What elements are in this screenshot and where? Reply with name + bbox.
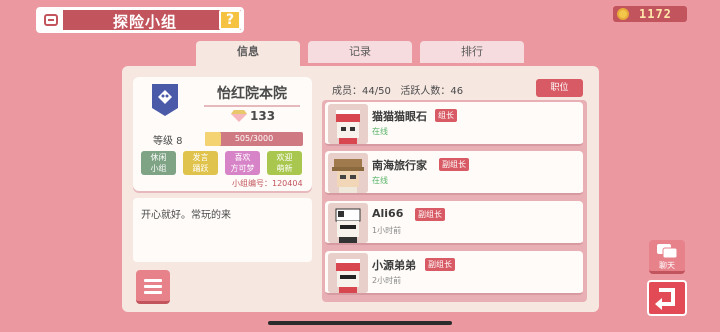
menu-button[interactable]: [136, 270, 170, 304]
member-name: 南海旅行家: [372, 159, 427, 172]
group-badge-icon: [152, 84, 178, 116]
member-status: 1小时前: [372, 226, 402, 235]
menu-icon-line: [144, 285, 162, 288]
coin-icon: [617, 8, 629, 20]
tag-welcome-newbies: 欢迎 萌新: [267, 151, 302, 175]
honor-value: 133: [250, 109, 276, 123]
tag-likes-pokemon: 喜欢 方可梦: [225, 151, 260, 175]
tag-casual: 休闲 小组: [141, 151, 176, 175]
group-description-box: 开心就好。常玩的来: [133, 198, 312, 262]
tab-records[interactable]: 记录: [308, 41, 412, 63]
group-level: 等级 8: [153, 136, 183, 147]
member-status: 在线: [372, 127, 388, 136]
group-id: 小组编号：120404: [232, 179, 303, 188]
group-description: 开心就好。常玩的来: [141, 210, 231, 221]
chat-label: 聊天: [659, 261, 675, 270]
back-arrow-icon: [655, 288, 675, 310]
member-role-badge: 副组长: [415, 208, 445, 221]
member-name: Ali66: [372, 207, 404, 220]
chat-icon: [657, 244, 678, 259]
back-button[interactable]: [647, 280, 687, 316]
coin-value: 1172: [639, 7, 672, 21]
avatar: [328, 153, 368, 193]
member-count: 成员：44/50: [332, 86, 391, 97]
group-name: 怡红院本院: [204, 83, 300, 107]
role-button[interactable]: 职位: [536, 79, 583, 97]
menu-icon: [144, 279, 162, 282]
member-name: 小源弟弟: [372, 259, 416, 272]
active-count: 活跃人数：46: [400, 86, 464, 97]
menu-icon-line: [144, 291, 162, 294]
member-role-badge: 副组长: [425, 258, 455, 271]
member-row[interactable]: 南海旅行家 副组长 在线: [325, 151, 583, 195]
avatar: [328, 104, 368, 144]
member-stats: 成员：44/50 活跃人数：46: [332, 82, 463, 97]
member-status: 2小时前: [372, 276, 402, 285]
tab-info[interactable]: 信息: [196, 41, 300, 67]
tab-ranking[interactable]: 排行: [420, 41, 524, 63]
page-title: 探险小组: [112, 13, 177, 31]
xp-text: 505/3000: [234, 134, 274, 143]
member-row[interactable]: Ali66 副组长 1小时前: [325, 201, 583, 245]
member-name: 猫猫猫眼石: [372, 110, 427, 123]
honor-diamond-icon: [231, 110, 247, 122]
tag-active-talk: 发言 踊跃: [183, 151, 218, 175]
member-row[interactable]: 小源弟弟 副组长 2小时前: [325, 251, 583, 295]
group-icon: [39, 10, 63, 30]
member-status: 在线: [372, 176, 388, 185]
help-button[interactable]: ?: [219, 10, 241, 30]
member-role-badge: 副组长: [439, 158, 469, 171]
chat-button[interactable]: 聊天: [649, 240, 685, 274]
home-indicator: [268, 321, 452, 325]
coin-counter: 1172: [613, 6, 687, 22]
avatar: [328, 253, 368, 293]
member-row[interactable]: 猫猫猫眼石 组长 在线: [325, 102, 583, 146]
title-bar: 探险小组 ?: [36, 7, 244, 33]
xp-bar: 505/3000: [205, 132, 303, 146]
member-role-badge: 组长: [435, 109, 457, 122]
avatar: [328, 203, 368, 243]
